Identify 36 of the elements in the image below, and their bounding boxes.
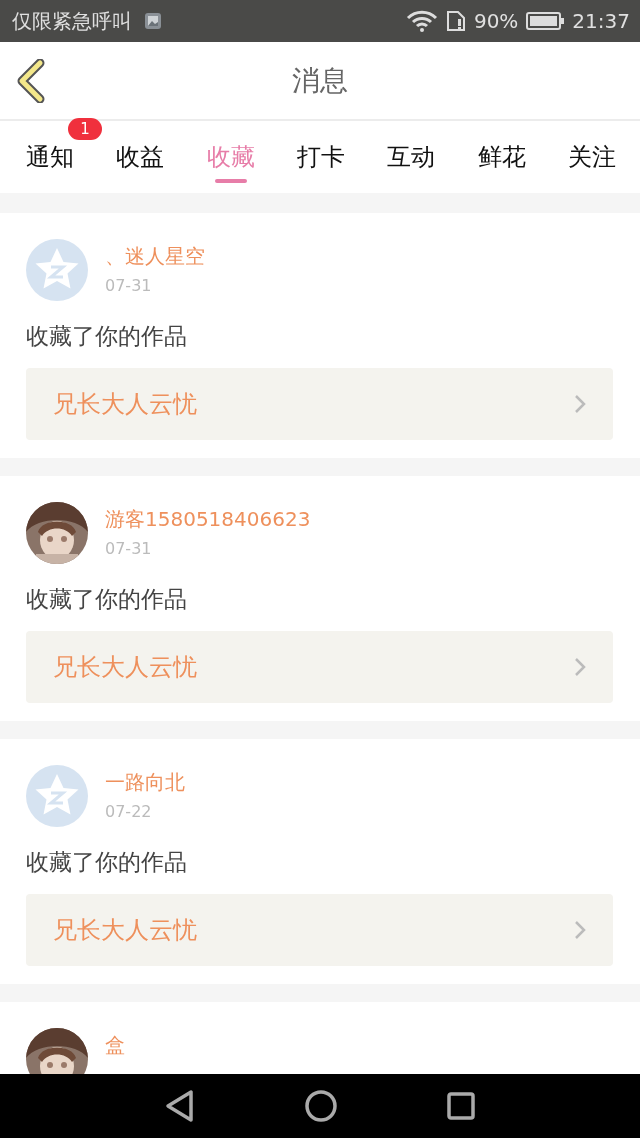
message-text: 收藏了你的作品 (26, 848, 188, 877)
user-name[interactable]: 、迷人星空 (105, 243, 205, 270)
message-date: 07-31 (105, 276, 153, 295)
tab[interactable]: 关注 (555, 125, 628, 189)
home-icon[interactable] (305, 1090, 337, 1122)
work-link[interactable]: 兄长大人云忧 (26, 631, 613, 703)
wifi-icon (405, 10, 438, 32)
work-link[interactable]: 兄长大人云忧 (26, 368, 613, 440)
work-link[interactable]: 兄长大人云忧 (26, 894, 613, 966)
sim-card-icon (445, 10, 466, 32)
tab[interactable]: 打卡 (285, 125, 357, 189)
status-notice: 仅限紧急呼叫 (12, 7, 132, 35)
user-name[interactable]: 盒 (105, 1032, 125, 1059)
image-icon (144, 12, 162, 30)
chevron-left-icon (16, 58, 46, 103)
unread-badge: 1 (68, 118, 102, 140)
message-text: 收藏了你的作品 (26, 585, 188, 614)
battery-icon (526, 12, 565, 30)
status-time: 21:37 (572, 9, 630, 33)
message-date: 07-31 (105, 539, 153, 558)
chevron-right-icon (574, 657, 586, 677)
user-name[interactable]: 游客1580518406623 (105, 506, 311, 533)
chevron-right-icon (574, 920, 586, 940)
recents-icon[interactable] (447, 1092, 475, 1120)
tab[interactable]: 互动 (375, 125, 448, 189)
user-name[interactable]: 一路向北 (105, 769, 185, 796)
page-title: 消息 (292, 62, 348, 99)
tab[interactable]: 鲜花 (465, 125, 538, 189)
tab[interactable]: 收藏 (194, 125, 267, 189)
message-text: 收藏了你的作品 (26, 322, 188, 351)
chevron-right-icon (574, 394, 586, 414)
tab[interactable]: 收益 (104, 125, 177, 189)
back-button[interactable] (16, 58, 46, 103)
message-date: 07-22 (105, 802, 153, 821)
battery-percent: 90% (473, 9, 519, 33)
back-icon[interactable] (165, 1089, 195, 1123)
